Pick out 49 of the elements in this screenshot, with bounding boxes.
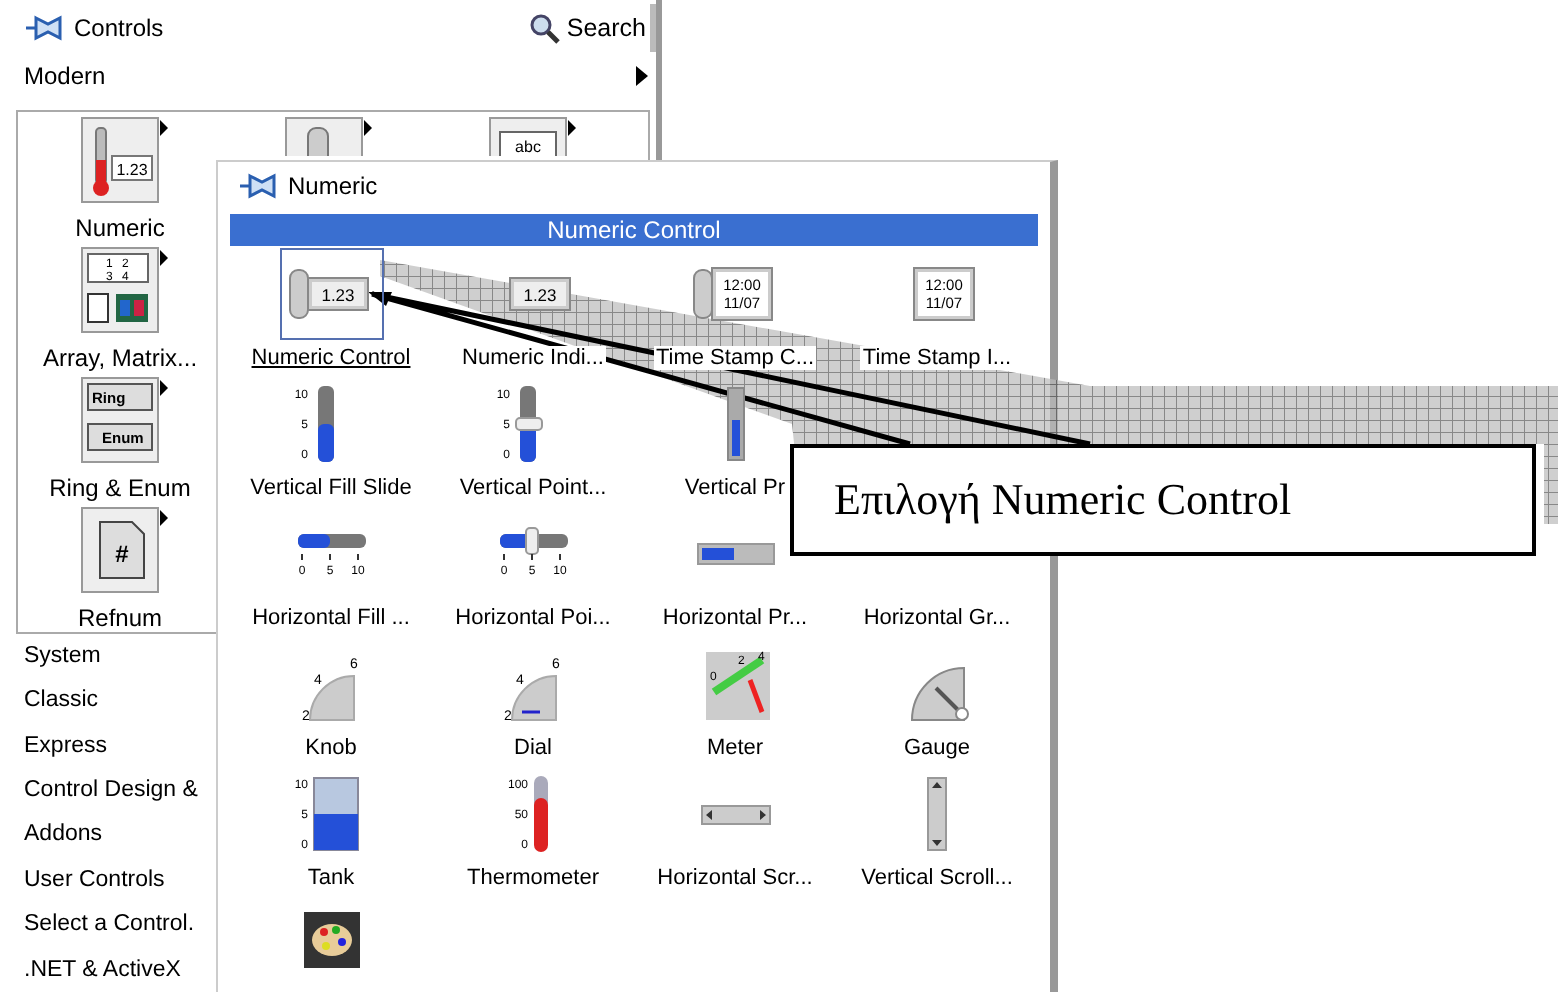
search-button[interactable]: Search: [524, 4, 656, 53]
submenu-arrow-icon: [636, 66, 648, 87]
category-item[interactable]: Control Design &: [24, 768, 198, 813]
palette-item[interactable]: 1.23: [481, 248, 585, 340]
vertical-progress-bar-icon: [725, 386, 745, 462]
pin-icon[interactable]: [238, 172, 278, 200]
palette-item-label: Vertical Point...: [457, 476, 609, 500]
palette-item-label: Gauge: [901, 736, 973, 760]
palette-item-label: Horizontal Pr...: [660, 606, 810, 630]
palette-item-label: Tank: [305, 866, 357, 890]
palette-item-label: Horizontal Gr...: [861, 606, 1013, 630]
category-item[interactable]: System: [24, 633, 101, 679]
palette-item-label: Time Stamp C...: [653, 346, 817, 370]
palette-item-label: Meter: [704, 736, 766, 760]
vertical-scrollbar-icon: [926, 776, 948, 852]
toggle-switch-icon[interactable]: [284, 115, 376, 156]
palette-item-label: Numeric Indi...: [460, 346, 606, 370]
palette-item-label: Time Stamp I...: [860, 346, 1014, 370]
palette-item-label: Vertical Fill Slide: [248, 476, 414, 500]
search-icon: [528, 12, 561, 45]
horizontal-scrollbar-icon: [699, 803, 771, 825]
palette-item-label: Vertical Pr: [682, 476, 788, 500]
category-item[interactable]: Addons: [24, 812, 103, 858]
category-item[interactable]: Classic: [24, 678, 99, 724]
palette-item-label: Dial: [512, 736, 554, 760]
palette-item[interactable]: 1.23: [279, 248, 383, 340]
palette-item-label: Numeric Control: [249, 346, 413, 370]
selection-bar: Numeric Control: [230, 214, 1038, 246]
palette-item-label: Knob: [303, 736, 359, 760]
category-item[interactable]: .NET & ActiveX: [24, 947, 181, 992]
category-item[interactable]: User Controls: [24, 857, 165, 903]
palette-item-label: Thermometer: [464, 866, 602, 890]
tile-label: Refnum: [77, 603, 163, 632]
category-item[interactable]: Express: [24, 723, 108, 769]
category-label: Modern: [24, 62, 106, 91]
callout-label: Επιλογή Numeric Control: [790, 444, 1536, 556]
palette-item-label: Horizontal Fill ...: [250, 606, 412, 630]
tile-label: Numeric: [75, 213, 165, 242]
pin-icon[interactable]: [24, 14, 64, 43]
horizontal-progress-bar-icon: [695, 542, 775, 566]
category-row[interactable]: Modern: [0, 57, 656, 96]
palette-item-label: Horizontal Poi...: [453, 606, 613, 630]
tile-label: Ring & Enum: [49, 473, 191, 502]
palette-item-label: Horizontal Scr...: [655, 866, 815, 890]
tile-label: Array, Matrix...: [42, 343, 198, 372]
category-item[interactable]: Select a Control.: [24, 902, 195, 948]
palette-title: Controls: [74, 14, 166, 43]
palette-item-label: Vertical Scroll...: [859, 866, 1015, 890]
palette-title: Numeric: [288, 172, 378, 200]
